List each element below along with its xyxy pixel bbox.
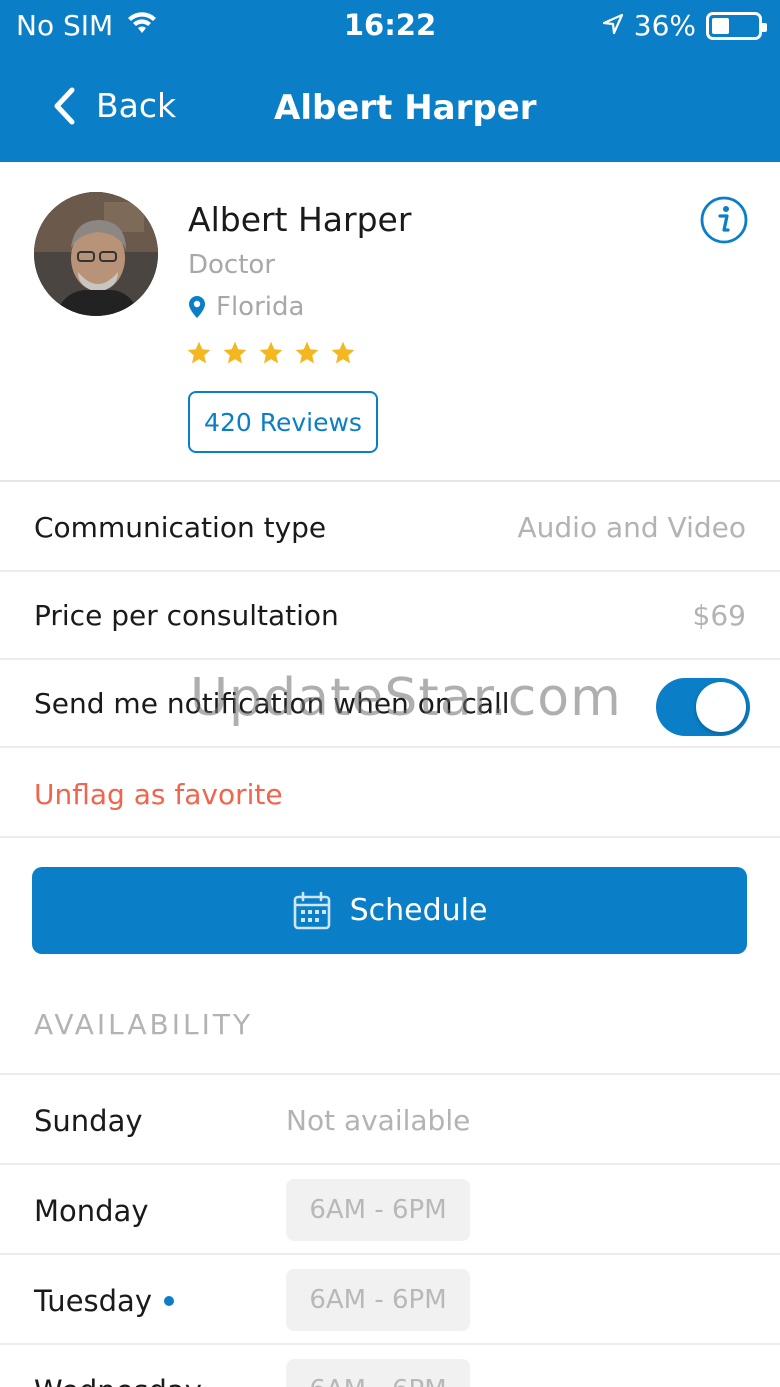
star-icon — [223, 341, 247, 364]
availability-row-wednesday: Wednesday 6AM - 6PM — [0, 1345, 780, 1387]
time-slot[interactable]: 6AM - 6PM — [286, 1269, 470, 1331]
doctor-name: Albert Harper — [188, 200, 412, 239]
avatar — [34, 192, 158, 316]
watermark: UpdateStar.com — [190, 668, 622, 728]
price-value: $69 — [692, 599, 746, 632]
rating-stars — [186, 340, 356, 366]
price-row: Price per consultation $69 — [0, 572, 780, 660]
map-pin-icon — [189, 296, 205, 318]
day-label: Wednesday — [34, 1374, 202, 1387]
location-label: Florida — [216, 292, 305, 322]
reviews-button[interactable]: 420 Reviews — [188, 391, 378, 453]
availability-row-sunday: Sunday Not available — [0, 1075, 780, 1165]
availability-title: AVAILABILITY — [34, 1008, 254, 1041]
info-icon[interactable] — [700, 196, 748, 244]
star-icon — [187, 341, 211, 364]
price-label: Price per consultation — [34, 599, 339, 632]
profile-card: Albert Harper Doctor Florida 420 Reviews — [0, 162, 780, 482]
today-indicator — [163, 1296, 174, 1306]
back-button[interactable]: Back — [52, 86, 176, 125]
star-icon — [331, 341, 355, 364]
status-bar: No SIM 16:22 36% — [0, 0, 780, 52]
notification-toggle[interactable] — [656, 678, 750, 736]
unflag-favorite-link[interactable]: Unflag as favorite — [34, 778, 283, 811]
nav-title: Albert Harper — [274, 88, 537, 128]
chevron-left-icon — [54, 87, 75, 124]
communication-type-value: Audio and Video — [517, 511, 746, 544]
back-label: Back — [96, 86, 177, 125]
star-icon — [295, 341, 319, 364]
calendar-icon — [293, 891, 330, 929]
communication-type-label: Communication type — [34, 511, 327, 544]
day-label: Sunday — [34, 1104, 143, 1138]
schedule-button[interactable]: Schedule — [32, 867, 747, 954]
star-icon — [259, 341, 283, 364]
location-arrow-icon — [602, 9, 624, 42]
doctor-role: Doctor — [188, 250, 276, 280]
schedule-label: Schedule — [349, 893, 488, 928]
battery-icon — [706, 11, 767, 40]
day-label: Monday — [34, 1194, 149, 1228]
doctor-location: Florida — [188, 292, 304, 322]
time-slot[interactable]: 6AM - 6PM — [286, 1359, 470, 1387]
battery-percent: 36% — [633, 9, 696, 42]
nav-bar: Back Albert Harper — [0, 70, 780, 150]
top-bar: No SIM 16:22 36% Back Albert Harper — [0, 0, 780, 162]
day-label: Tuesday — [34, 1284, 174, 1318]
time-slot[interactable]: 6AM - 6PM — [286, 1179, 470, 1241]
availability-value: Not available — [286, 1104, 471, 1137]
communication-type-row[interactable]: Communication type Audio and Video — [0, 484, 780, 572]
availability-row-monday: Monday 6AM - 6PM — [0, 1165, 780, 1255]
availability-row-tuesday: Tuesday 6AM - 6PM — [0, 1255, 780, 1345]
favorite-row[interactable]: Unflag as favorite — [0, 748, 780, 838]
